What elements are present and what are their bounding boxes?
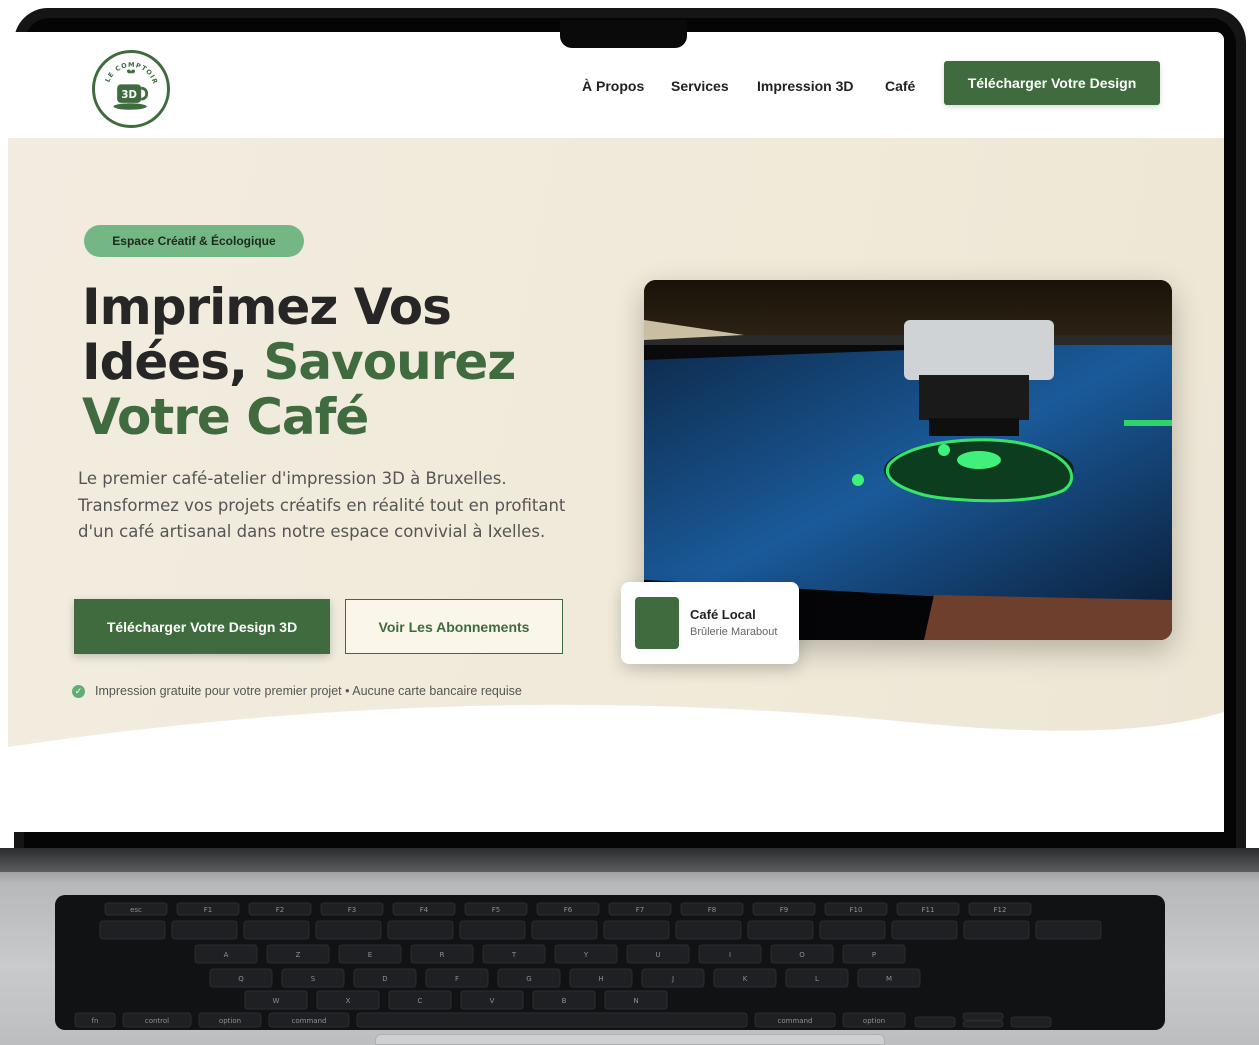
number-key (675, 920, 742, 940)
nav-link-cafe[interactable]: Café (885, 78, 915, 94)
keyboard-key-label: I (729, 951, 731, 959)
svg-text:3D: 3D (121, 90, 136, 101)
camera-notch (560, 20, 687, 48)
keyboard-keys: esc F1 F2 F3 F4 F5 F6 F7 F8 F9 F10 F11 F12 A Z E R T Y U I O P… (74, 902, 1102, 1028)
keyboard-key-label: F10 (850, 906, 863, 914)
keyboard-key-label: S (311, 975, 316, 983)
free-print-note: ✓ Impression gratuite pour votre premier… (72, 684, 522, 698)
keyboard: esc F1 F2 F3 F4 F5 F6 F7 F8 F9 F10 F11 F12 A Z E R T Y U I O P… (55, 895, 1165, 1030)
keyboard-key-label: P (872, 951, 876, 959)
arrow-left-key (914, 1016, 956, 1028)
nav-link-3d-printing[interactable]: Impression 3D (757, 78, 853, 94)
keyboard-key-label: F1 (204, 906, 212, 914)
trackpad (375, 1034, 885, 1045)
number-key (603, 920, 670, 940)
number-key (459, 920, 526, 940)
hero-description: Le premier café-atelier d'impression 3D … (78, 469, 566, 541)
keyboard-key-label: esc (130, 906, 142, 914)
number-key (315, 920, 382, 940)
keyboard-key-label: option (219, 1017, 241, 1025)
keyboard-key-label: command (778, 1017, 813, 1025)
arrow-down-key (962, 1020, 1004, 1028)
keyboard-key-label: E (368, 951, 372, 959)
cafe-card-subtitle: Brûlerie Marabout (690, 626, 778, 638)
nav-link-services[interactable]: Services (671, 78, 729, 94)
check-circle-icon: ✓ (72, 684, 85, 698)
keyboard-key-label: fn (92, 1017, 99, 1025)
keyboard-key-label: B (562, 997, 567, 1005)
keyboard-key-label: F7 (636, 906, 644, 914)
hero-wave-divider (8, 704, 1224, 832)
number-key (819, 920, 886, 940)
local-cafe-card[interactable]: Café Local Brûlerie Marabout (621, 582, 799, 664)
keyboard-key-label: V (490, 997, 495, 1005)
number-key (171, 920, 238, 940)
keyboard-key-label: F9 (780, 906, 788, 914)
keyboard-key-label: control (145, 1017, 169, 1025)
website-screen: LE COMPTOIR 3D À Propos Services Impress… (8, 32, 1224, 832)
keyboard-key-label: Q (238, 975, 244, 983)
number-key (243, 920, 310, 940)
keyboard-key-label: D (382, 975, 387, 983)
keyboard-key-label: A (224, 951, 229, 959)
keyboard-key-label: Z (296, 951, 301, 959)
keyboard-key-label: command (292, 1017, 327, 1025)
number-key (747, 920, 814, 940)
keyboard-key-label: W (273, 997, 280, 1005)
keyboard-key-label: U (655, 951, 660, 959)
upload-design-button[interactable]: Télécharger Votre Design (944, 61, 1160, 105)
keyboard-key-label: F2 (276, 906, 284, 914)
keyboard-key-label: X (346, 997, 351, 1005)
keyboard-key-label: N (633, 997, 638, 1005)
upload-3d-design-button[interactable]: Télécharger Votre Design 3D (74, 599, 330, 654)
keyboard-key-label: L (815, 975, 819, 983)
number-key (387, 920, 454, 940)
number-key (99, 920, 166, 940)
hero-headline: Imprimez Vos Idées, Savourez Votre Café (82, 280, 622, 445)
keyboard-key-label: F8 (708, 906, 716, 914)
keyboard-key-label: F4 (420, 906, 429, 914)
keyboard-key-label: option (863, 1017, 885, 1025)
keyboard-key-label: F (455, 975, 459, 983)
coffee-cup-logo-icon: LE COMPTOIR 3D (104, 61, 158, 110)
keyboard-key-label: C (418, 997, 423, 1005)
keyboard-key-label: T (511, 951, 517, 959)
number-key (1035, 920, 1102, 940)
number-key (531, 920, 598, 940)
arrow-right-key (1010, 1016, 1052, 1028)
cafe-thumbnail (635, 597, 679, 649)
laptop-hinge (0, 848, 1259, 872)
keyboard-key-label: J (671, 975, 674, 983)
view-subscriptions-button[interactable]: Voir Les Abonnements (345, 599, 563, 654)
keyboard-key-label: R (440, 951, 445, 959)
keyboard-key-label: M (886, 975, 892, 983)
number-key (963, 920, 1030, 940)
keyboard-key-label: F3 (348, 906, 356, 914)
keyboard-key-label: Y (583, 951, 589, 959)
keyboard-key-label: K (743, 975, 748, 983)
number-key (891, 920, 958, 940)
keyboard-key-label: F5 (492, 906, 500, 914)
hero-badge: Espace Créatif & Écologique (84, 225, 304, 257)
arrow-up-key (962, 1012, 1004, 1021)
cafe-card-title: Café Local (690, 607, 756, 622)
keyboard-key-label: O (799, 951, 805, 959)
keyboard-key-label: H (598, 975, 603, 983)
space-bar (356, 1012, 748, 1028)
nav-link-about[interactable]: À Propos (582, 78, 644, 94)
keyboard-key-label: G (526, 975, 531, 983)
note-text: Impression gratuite pour votre premier p… (95, 684, 522, 698)
keyboard-key-label: F12 (994, 906, 1007, 914)
keyboard-key-label: F6 (564, 906, 573, 914)
brand-logo[interactable]: LE COMPTOIR 3D (92, 50, 170, 128)
keyboard-key-label: F11 (922, 906, 935, 914)
